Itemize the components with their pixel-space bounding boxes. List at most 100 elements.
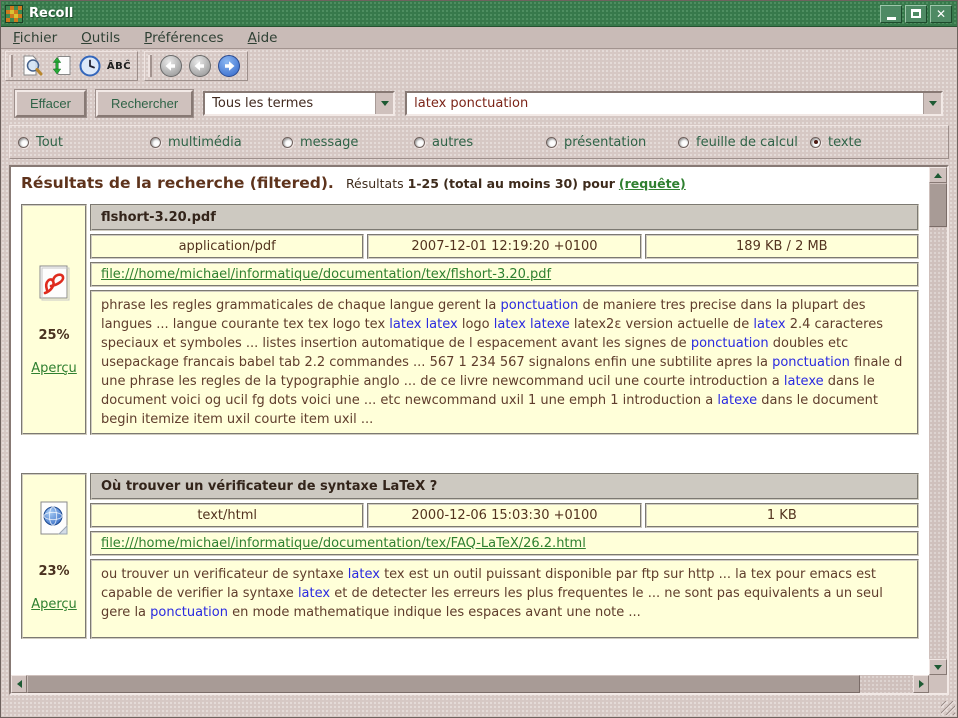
term-explorer-button[interactable]: ÂBĈ: [106, 53, 132, 79]
snippet-text: en mode mathematique indique les espaces…: [228, 605, 641, 620]
scroll-up-button[interactable]: [929, 167, 947, 183]
search-query-combobox[interactable]: latex ponctuation: [405, 91, 943, 116]
menu-item-outils[interactable]: Outils: [81, 30, 120, 46]
clear-button[interactable]: Effacer: [15, 90, 86, 117]
first-page-button[interactable]: [158, 53, 184, 79]
radio-icon: [810, 137, 821, 148]
search-mode-select[interactable]: Tous les termes: [203, 91, 395, 116]
search-controls: Effacer Rechercher Tous les termes latex…: [1, 83, 957, 123]
snippet-highlight-term: ponctuation: [150, 605, 228, 620]
snippet-text: phrase les regles grammaticales de chaqu…: [101, 298, 501, 313]
preview-link[interactable]: Aperçu: [31, 597, 77, 612]
result-item: 25% Aperçu flshort-3.20.pdf application/…: [21, 204, 919, 435]
query-link[interactable]: (requête): [619, 176, 686, 191]
filter-radio-multimedia[interactable]: multimédia: [150, 135, 282, 150]
result-date: 2000-12-06 15:03:30 +0100: [367, 503, 641, 528]
result-side-panel: 25% Aperçu: [21, 204, 87, 435]
resize-grip[interactable]: [941, 701, 955, 715]
recoll-window: Recoll ✕ Fichier Outils Préférences Aide: [0, 0, 958, 718]
result-details: flshort-3.20.pdf application/pdf 2007-12…: [90, 204, 919, 435]
maximize-button[interactable]: [905, 5, 927, 23]
radio-icon: [414, 137, 425, 148]
minimize-button[interactable]: [880, 5, 902, 23]
result-url-row: file:///home/michael/informatique/docume…: [90, 531, 919, 556]
menu-item-preferences[interactable]: Préférences: [144, 30, 223, 46]
filter-label: Tout: [36, 135, 63, 150]
minimize-icon: [887, 17, 896, 20]
close-button[interactable]: ✕: [930, 5, 952, 23]
snippet-highlight-term: ponctuation: [501, 298, 579, 313]
previous-page-button[interactable]: [187, 53, 213, 79]
result-url-link[interactable]: file:///home/michael/informatique/docume…: [101, 267, 551, 282]
arrow-down-icon: [934, 665, 942, 670]
toolbar-group-tools: ÂBĈ: [5, 51, 138, 81]
snippet-highlight-term: latex: [298, 586, 330, 601]
arrow-up-icon: [934, 173, 942, 178]
sort-parameters-button[interactable]: [48, 53, 74, 79]
result-date: 2007-12-01 12:19:20 +0100: [367, 234, 641, 259]
document-history-button[interactable]: [77, 53, 103, 79]
result-snippet: ou trouver un verificateur de syntaxe la…: [90, 559, 919, 639]
filter-label: message: [300, 135, 358, 150]
html-file-icon: [36, 500, 72, 542]
filter-label: texte: [828, 135, 862, 150]
horizontal-scroll-thumb[interactable]: [27, 675, 860, 693]
vertical-scroll-thumb[interactable]: [929, 183, 947, 227]
filter-radio-presentation[interactable]: présentation: [546, 135, 678, 150]
arrow-right-icon: [919, 680, 924, 688]
arrow-left-circle-icon: [159, 54, 183, 78]
toolbar-drag-handle[interactable]: [148, 55, 152, 77]
arrow-left-circle-icon: [188, 54, 212, 78]
results-list: 25% Aperçu flshort-3.20.pdf application/…: [19, 204, 921, 639]
doc-magnifier-icon: [20, 54, 44, 78]
result-url-link[interactable]: file:///home/michael/informatique/docume…: [101, 536, 586, 551]
snippet-highlight-term: latexe: [717, 393, 757, 408]
toolbar-group-navigation: [144, 51, 248, 81]
chevron-down-icon: [929, 101, 937, 106]
result-meta-row: text/html 2000-12-06 15:03:30 +0100 1 KB: [90, 503, 919, 528]
preview-link[interactable]: Aperçu: [31, 361, 77, 376]
scrollbar-corner: [929, 675, 947, 693]
toolbar-drag-handle[interactable]: [9, 55, 13, 77]
radio-icon: [150, 137, 161, 148]
arrow-left-icon: [17, 680, 22, 688]
clock-icon: [78, 54, 102, 78]
result-size: 1 KB: [645, 503, 919, 528]
snippet-highlight-term: latex: [426, 317, 458, 332]
filter-radio-texte[interactable]: texte: [810, 135, 862, 150]
result-size: 189 KB / 2 MB: [645, 234, 919, 259]
scroll-right-button[interactable]: [913, 675, 929, 693]
filter-radio-feuille-de-calcul[interactable]: feuille de calcul: [678, 135, 810, 150]
dropdown-button[interactable]: [923, 93, 941, 114]
filter-radio-tout[interactable]: Tout: [18, 135, 150, 150]
vertical-scrollbar[interactable]: [929, 167, 947, 675]
doc-type-filter-panel: Tout multimédia message autresprésentation f…: [9, 125, 949, 159]
relevance-percent: 23%: [38, 564, 69, 579]
results-header: Résultats de la recherche (filtered). Ré…: [21, 174, 919, 192]
next-page-button[interactable]: [216, 53, 242, 79]
recoll-app-icon: [6, 6, 22, 22]
chevron-down-icon: [381, 101, 389, 106]
horizontal-scroll-track[interactable]: [27, 675, 913, 693]
result-item: 23% Aperçu Où trouver un vérificateur de…: [21, 473, 919, 639]
filter-label: feuille de calcul: [696, 135, 798, 150]
title-bar[interactable]: Recoll ✕: [1, 1, 957, 27]
scroll-left-button[interactable]: [11, 675, 27, 693]
filter-radio-autres[interactable]: autres: [414, 135, 546, 150]
advanced-search-button[interactable]: [19, 53, 45, 79]
search-button[interactable]: Rechercher: [96, 90, 193, 117]
snippet-text: logo: [458, 317, 494, 332]
menu-item-aide[interactable]: Aide: [248, 30, 278, 46]
snippet-highlight-term: latexe: [530, 317, 570, 332]
horizontal-scrollbar[interactable]: [11, 675, 929, 693]
results-summary: Résultats 1-25 (total au moins 30) pour …: [346, 176, 686, 191]
radio-icon: [18, 137, 29, 148]
dropdown-button[interactable]: [375, 93, 393, 114]
toolbar: ÂBĈ: [1, 49, 957, 83]
scroll-down-button[interactable]: [929, 659, 947, 675]
vertical-scroll-track[interactable]: [929, 183, 947, 659]
menu-item-fichier[interactable]: Fichier: [13, 30, 57, 46]
snippet-highlight-term: latexe: [784, 374, 824, 389]
doc-sort-arrows-icon: [49, 54, 73, 78]
filter-radio-message[interactable]: message: [282, 135, 414, 150]
